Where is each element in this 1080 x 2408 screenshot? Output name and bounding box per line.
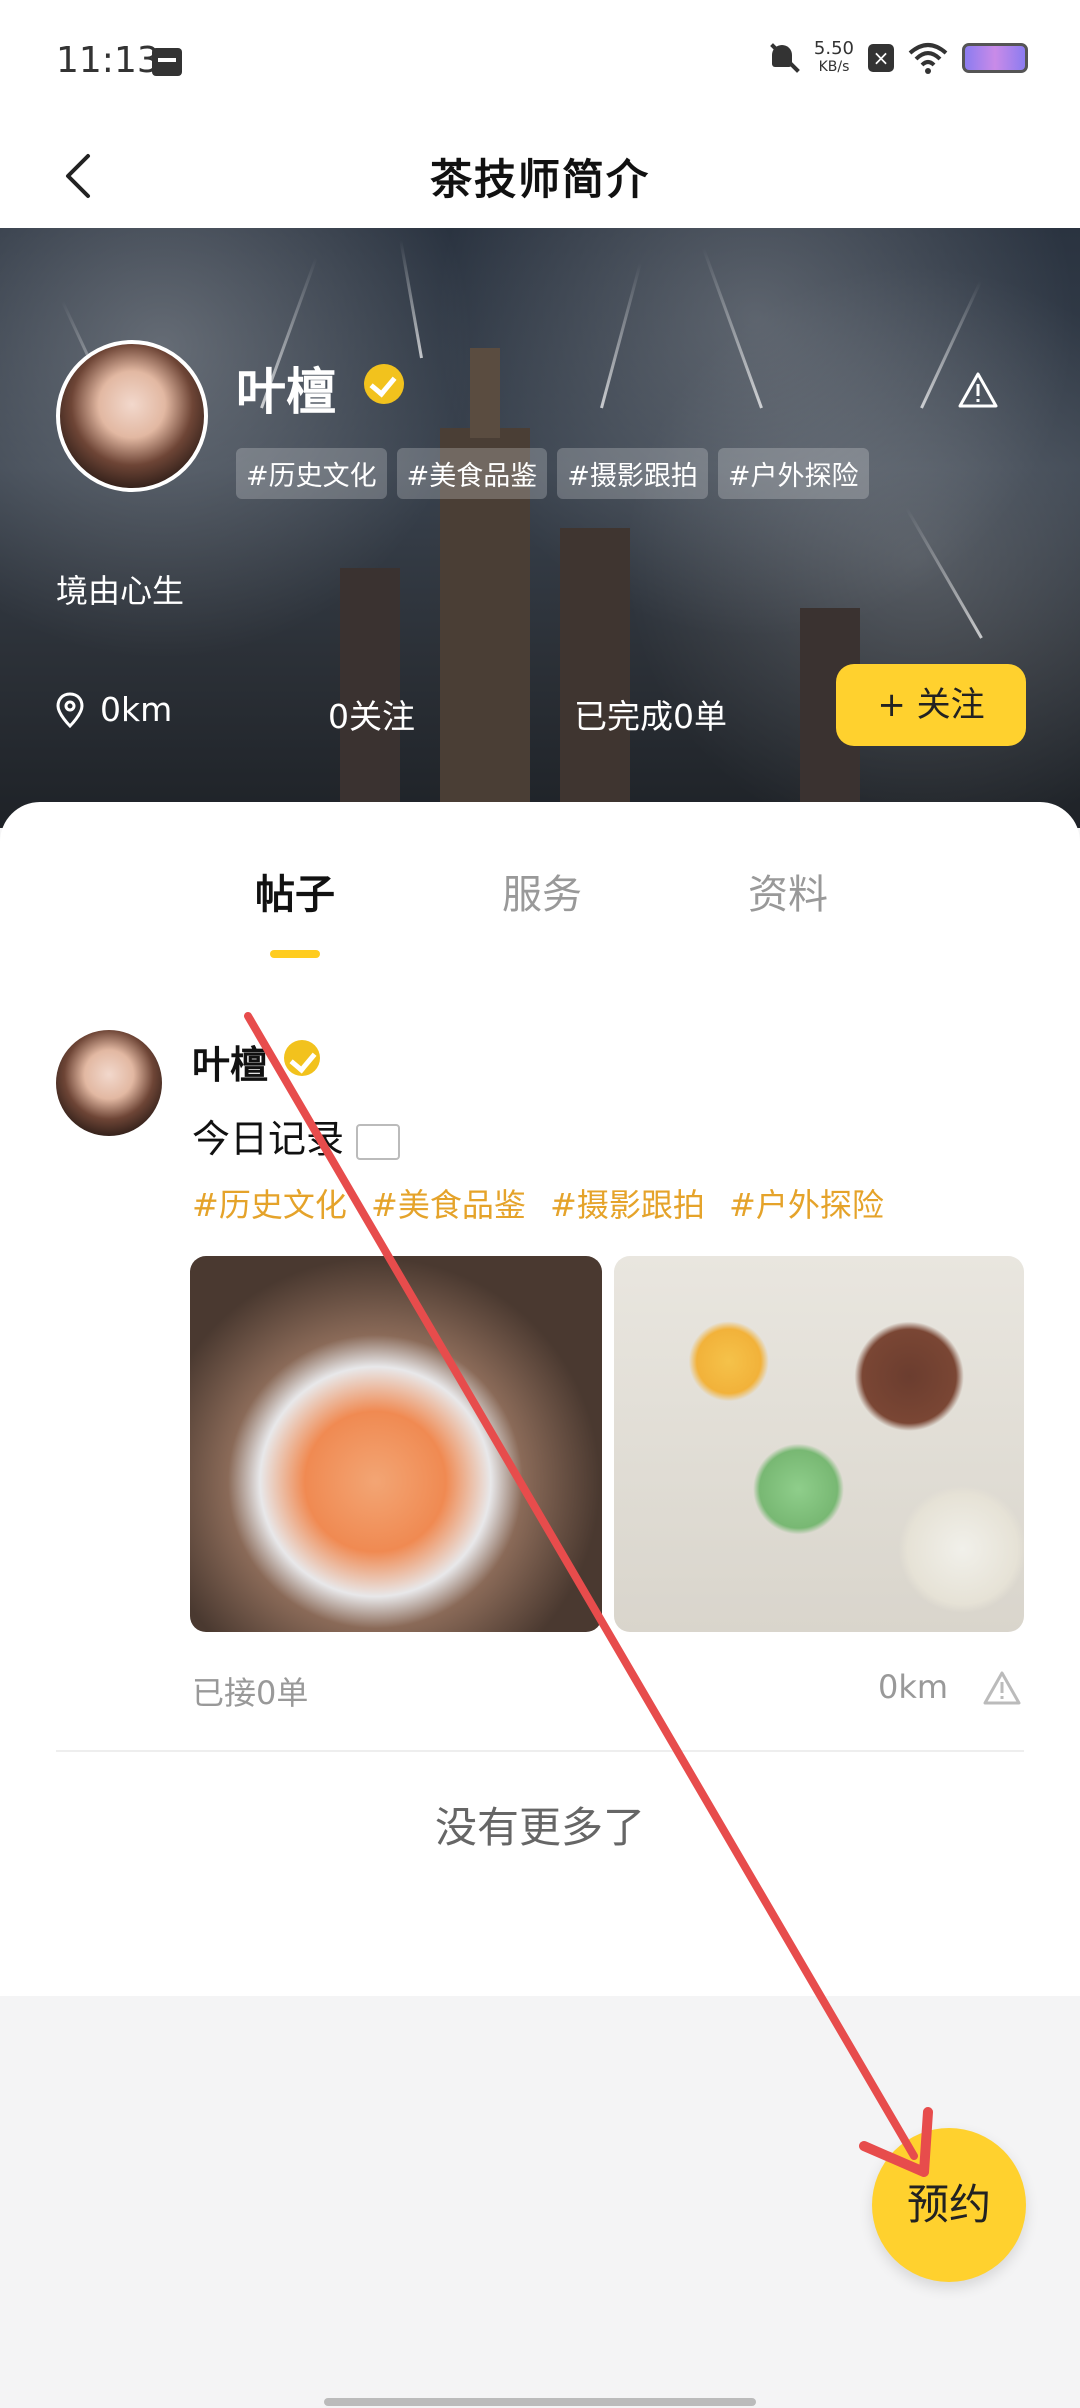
report-warning-icon[interactable] [956,370,1000,410]
book-appointment-button[interactable]: 预约 [872,2128,1026,2282]
report-warning-icon[interactable] [982,1670,1022,1706]
tab-services[interactable]: 服务 [502,862,582,920]
calendar-icon [152,48,182,76]
post-text-content: 今日记录 [192,1117,345,1161]
post-orders-received: 已接0单 [192,1674,309,1712]
firework-streak [905,507,983,639]
post-tag[interactable]: #美食品鉴 [371,1186,526,1224]
network-speed: 5.50 KB/s [814,40,854,76]
close-box-icon: × [868,44,894,72]
post-tags: #历史文化 #美食品鉴 #摄影跟拍 #户外探险 [192,1180,898,1226]
top-nav: 茶技师简介 [0,126,1080,228]
completed-orders-stat: 已完成0单 [574,697,727,736]
divider [56,1750,1024,1752]
post-tag[interactable]: #摄影跟拍 [550,1186,705,1224]
firework-streak [600,262,642,409]
muted-bell-icon [766,41,800,75]
battery-icon [962,43,1028,73]
profile-tag: #户外探险 [717,448,869,499]
post-author-name: 叶檀 [192,1043,269,1087]
tab-profile-info[interactable]: 资料 [748,862,828,920]
verified-badge-icon [364,364,404,404]
status-icons: 5.50 KB/s × [766,40,1028,76]
profile-tabs: 帖子 服务 资料 [0,862,1080,942]
profile-tag: #历史文化 [236,448,387,499]
no-more-content: 没有更多了 [434,1803,645,1852]
profile-tag: #美食品鉴 [396,448,548,499]
castle-tower [560,528,630,828]
profile-avatar[interactable] [56,340,208,492]
plate-emoji-icon [356,1123,401,1160]
verified-badge-icon [284,1040,320,1076]
followers-stat: 0关注 [328,697,415,736]
active-tab-indicator [270,950,320,958]
profile-tag: #摄影跟拍 [557,448,708,499]
distance-stat: 0km [100,690,173,729]
post-image-desserts[interactable] [614,1256,1024,1632]
post-tag[interactable]: #户外探险 [729,1186,884,1224]
page-title: 茶技师简介 [429,155,650,204]
status-time: 11:13 [56,40,160,81]
status-bar: 11:13 5.50 KB/s × [0,0,1080,126]
post-author-avatar[interactable] [56,1030,162,1136]
profile-tags: #历史文化 #美食品鉴 #摄影跟拍 #户外探险 [236,448,869,499]
firework-streak [701,247,763,409]
post-text: 今日记录 [192,1108,401,1163]
profile-name: 叶檀 [236,363,336,421]
home-indicator[interactable] [324,2398,756,2406]
wifi-icon [908,43,948,74]
castle-spire [470,348,500,438]
follow-button[interactable]: + 关注 [836,664,1026,746]
post-tag[interactable]: #历史文化 [192,1186,347,1224]
network-speed-value: 5.50 [813,38,854,59]
location-pin-icon [56,692,84,728]
network-speed-unit: KB/s [818,59,850,75]
profile-motto: 境由心生 [56,572,185,610]
post-image-sashimi[interactable] [190,1256,602,1632]
tab-posts[interactable]: 帖子 [255,862,335,920]
firework-streak [399,239,423,359]
post-distance: 0km [878,1668,949,1706]
